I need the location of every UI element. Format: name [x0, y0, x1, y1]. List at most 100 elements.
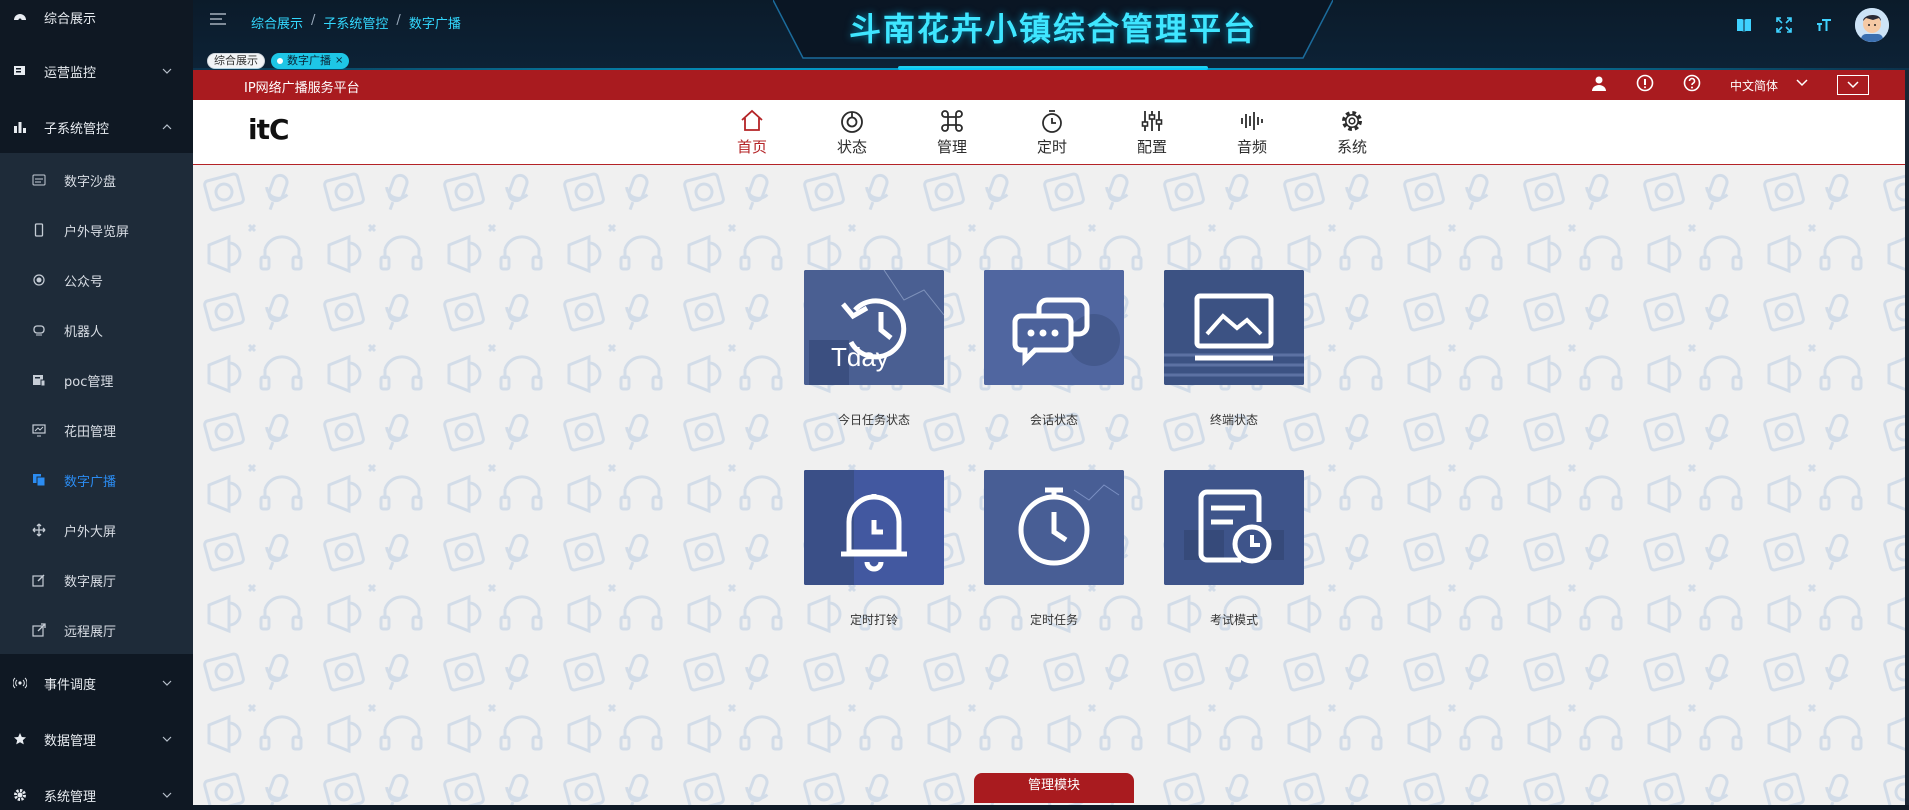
nav-home[interactable]: 首页: [722, 108, 782, 157]
move-icon: [32, 523, 46, 537]
sidebar: 综合展示 运营监控 子系统管控 数字沙盘 户外导览屏 公众号 机器人 poc管理…: [0, 0, 193, 810]
manage-icon: [941, 110, 963, 132]
sidebar-item-digital-broadcast[interactable]: 数字广播: [0, 467, 193, 493]
breadcrumb-separator: /: [396, 13, 401, 28]
sidebar-item-official-account[interactable]: 公众号: [0, 267, 193, 293]
sidebar-item-subsystem-control[interactable]: 子系统管控: [0, 114, 193, 140]
gear-icon: [13, 788, 27, 802]
active-dot-icon: [277, 58, 283, 64]
sliders-icon: [1141, 111, 1163, 131]
tag-label: 数字广播: [287, 54, 331, 67]
tile-label: 今日任务状态: [837, 413, 910, 427]
tile-scheduled-bell[interactable]: [804, 470, 944, 585]
tile-label: 定时任务: [1029, 613, 1078, 627]
edit-icon: [32, 573, 46, 587]
breadcrumb-separator: /: [311, 13, 316, 28]
nav-system[interactable]: 系统: [1322, 108, 1382, 157]
nav-audio[interactable]: 音频: [1222, 108, 1282, 157]
sidebar-item-label: 远程展厅: [64, 624, 117, 640]
sidebar-item-label: 运营监控: [44, 65, 97, 81]
circle-dot-icon: [32, 273, 46, 287]
breadcrumb-item[interactable]: 综合展示: [251, 13, 303, 32]
tile-terminal-status[interactable]: [1164, 270, 1304, 385]
today-history-icon: Tday: [831, 298, 907, 372]
management-module-tab[interactable]: 管理模块: [974, 773, 1134, 803]
nav-config[interactable]: 配置: [1122, 108, 1182, 157]
menu-toggle-icon[interactable]: [210, 13, 226, 27]
user-icon[interactable]: [1591, 75, 1607, 95]
language-select[interactable]: 中文简体: [1730, 77, 1808, 94]
nav-label: 管理: [936, 138, 967, 156]
sidebar-item-digital-sandbox[interactable]: 数字沙盘: [0, 167, 193, 193]
tile-scheduled-task[interactable]: [984, 470, 1124, 585]
sidebar-item-robot[interactable]: 机器人: [0, 317, 193, 343]
avatar[interactable]: [1855, 8, 1889, 42]
sidebar-item-remote-exhibition-hall[interactable]: 远程展厅: [0, 617, 193, 643]
broadcast-app: IP网络广播服务平台 中文简体 itC 首页 状态 管理 定时 配置 音频 系统…: [193, 70, 1909, 805]
chevron-down-icon: [161, 733, 173, 745]
sidebar-item-event-dispatch[interactable]: 事件调度: [0, 670, 193, 696]
tag-overview[interactable]: 综合展示: [207, 53, 265, 69]
nav-status[interactable]: 状态: [822, 108, 882, 157]
sidebar-item-label: 户外导览屏: [64, 224, 130, 240]
itc-logo: itC: [248, 113, 290, 146]
book-icon[interactable]: [1735, 16, 1753, 34]
sidebar-item-poc-management[interactable]: poc管理: [0, 367, 193, 393]
sidebar-item-label: 系统管理: [44, 789, 97, 805]
status-icon: [841, 111, 863, 133]
sidebar-item-operation-monitor[interactable]: 运营监控: [0, 58, 193, 84]
scrollbar[interactable]: [1905, 70, 1909, 805]
sidebar-item-data-management[interactable]: 数据管理: [0, 726, 193, 752]
sidebar-item-label: 综合展示: [44, 11, 97, 27]
nav-timer[interactable]: 定时: [1022, 108, 1082, 157]
chevron-up-icon: [161, 121, 173, 133]
tile-label: 会话状态: [1029, 413, 1078, 427]
nav-manage[interactable]: 管理: [922, 108, 982, 157]
monitor-chart-icon: [1194, 293, 1274, 361]
language-label: 中文简体: [1729, 78, 1778, 93]
collapse-toggle-button[interactable]: [1837, 75, 1869, 95]
external-link-icon: [32, 623, 46, 637]
tile-session-status[interactable]: [984, 270, 1124, 385]
bar-chart-icon: [13, 120, 27, 134]
info-icon[interactable]: [1636, 74, 1654, 96]
sidebar-item-label: 事件调度: [44, 677, 97, 693]
sidebar-item-label: 数字广播: [64, 474, 117, 490]
top-toolbar: [1735, 8, 1889, 42]
breadcrumb-item: 数字广播: [408, 17, 461, 32]
tile-label: 考试模式: [1209, 613, 1258, 627]
sidebar-item-label: 机器人: [64, 324, 104, 340]
chat-icon: [1012, 297, 1090, 367]
sandbox-icon: [32, 173, 46, 187]
tile-exam-mode[interactable]: [1164, 470, 1304, 585]
help-icon[interactable]: [1683, 74, 1701, 96]
dashboard-icon: [13, 10, 27, 24]
platform-toolbar: 中文简体: [1591, 74, 1869, 96]
breadcrumb-item[interactable]: 子系统管控: [323, 13, 388, 32]
fullscreen-icon[interactable]: [1775, 16, 1793, 34]
monitor-icon: [13, 64, 27, 78]
tile-icon-text: Tday: [831, 342, 889, 372]
nav-label: 定时: [1036, 138, 1067, 156]
stopwatch-icon: [1018, 487, 1090, 566]
sidebar-item-outdoor-big-screen[interactable]: 户外大屏: [0, 517, 193, 543]
platform-header: IP网络广播服务平台 中文简体: [193, 70, 1909, 100]
app-root: 综合展示 运营监控 子系统管控 数字沙盘 户外导览屏 公众号 机器人 poc管理…: [0, 0, 1909, 810]
close-icon[interactable]: ×: [335, 53, 343, 69]
alarm-bell-icon: [841, 494, 907, 572]
timer-icon: [1042, 110, 1062, 133]
sidebar-item-flower-field-management[interactable]: 花田管理: [0, 417, 193, 443]
font-size-icon[interactable]: [1815, 16, 1833, 34]
tag-digital-broadcast[interactable]: 数字广播 ×: [271, 53, 350, 69]
sidebar-item-outdoor-guide-screen[interactable]: 户外导览屏: [0, 217, 193, 243]
sidebar-item-digital-exhibition-hall[interactable]: 数字展厅: [0, 567, 193, 593]
sidebar-item-label: 数据管理: [44, 733, 97, 749]
page-title: 斗南花卉小镇综合管理平台: [848, 10, 1257, 48]
sidebar-item-system-management[interactable]: 系统管理: [0, 782, 193, 808]
sidebar-item-overview[interactable]: 综合展示: [0, 4, 193, 30]
tile-today-task-status[interactable]: Tday: [804, 270, 944, 385]
sidebar-submenu: 数字沙盘 户外导览屏 公众号 机器人 poc管理 花田管理 数字广播 户外大屏 …: [0, 153, 193, 654]
breadcrumb: 综合展示 / 子系统管控 / 数字广播: [251, 13, 461, 32]
exam-clock-icon: [1198, 489, 1272, 564]
nav-label: 系统: [1336, 138, 1367, 156]
